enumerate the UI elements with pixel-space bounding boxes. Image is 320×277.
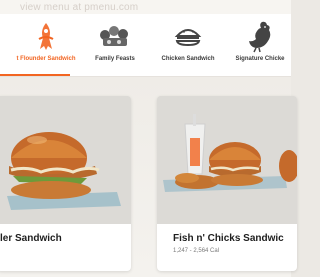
card-title: ler Sandwich — [0, 233, 62, 244]
nav-item-label: Family Feasts — [95, 56, 135, 62]
nav-item-flounder-sandwich[interactable]: t Flounder Sandwich — [6, 18, 86, 74]
signature-chicken-icon — [240, 18, 280, 54]
flounder-sandwich-icon — [26, 18, 66, 54]
card-calories: 1,247 - 2,564 Cal — [173, 248, 220, 254]
family-feasts-icon — [95, 18, 135, 54]
card-title: Fish n' Chicks Sandwic — [173, 233, 284, 244]
category-nav: t Flounder Sandwich Family Feasts Chicke… — [0, 14, 291, 77]
menu-card[interactable]: Fish n' Chicks Sandwic 1,247 - 2,564 Cal — [157, 96, 297, 271]
app-frame: view menu at pmenu.com t Flounder Sandwi… — [0, 0, 297, 277]
nav-item-label: Chicken Sandwich — [161, 56, 215, 62]
combo-image — [157, 96, 297, 224]
sandwich-image — [0, 96, 131, 224]
nav-item-signature-chicken[interactable]: Signature Chicke — [230, 18, 290, 74]
nav-item-label: t Flounder Sandwich — [16, 56, 76, 62]
chicken-sandwich-icon — [168, 18, 208, 54]
active-tab-indicator — [0, 74, 70, 76]
nav-item-family-feasts[interactable]: Family Feasts — [88, 18, 142, 74]
nav-item-label: Signature Chicke — [235, 56, 285, 62]
menu-card[interactable]: ler Sandwich — [0, 96, 131, 271]
nav-item-chicken-sandwich[interactable]: Chicken Sandwich — [156, 18, 220, 74]
